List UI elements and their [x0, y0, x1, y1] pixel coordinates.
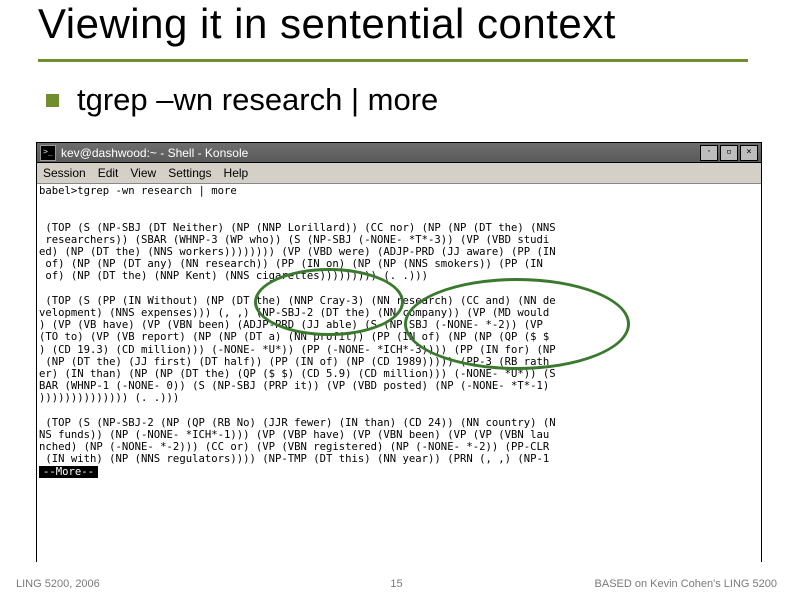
title-underline — [38, 59, 748, 62]
menu-help[interactable]: Help — [224, 166, 249, 180]
terminal-text: babel>tgrep -wn research | more (TOP (S … — [37, 184, 761, 479]
body-row: tgrep –wn research | more — [46, 82, 438, 118]
menu-view[interactable]: View — [130, 166, 156, 180]
terminal-body: babel>tgrep -wn research | more (TOP (S … — [37, 184, 761, 562]
body-text: tgrep –wn research | more — [77, 82, 438, 118]
terminal-window: >_ kev@dashwood:~ - Shell - Konsole · ▫ … — [36, 142, 762, 562]
more-indicator: --More-- — [39, 466, 98, 478]
close-button[interactable]: × — [740, 145, 758, 161]
minimize-button[interactable]: · — [700, 145, 718, 161]
window-titlebar: >_ kev@dashwood:~ - Shell - Konsole · ▫ … — [37, 143, 761, 163]
menu-edit[interactable]: Edit — [98, 166, 119, 180]
window-title: kev@dashwood:~ - Shell - Konsole — [61, 146, 248, 160]
menu-bar: Session Edit View Settings Help — [37, 163, 761, 184]
menu-settings[interactable]: Settings — [168, 166, 211, 180]
terminal-icon: >_ — [40, 145, 56, 161]
maximize-button[interactable]: ▫ — [720, 145, 738, 161]
slide: Viewing it in sentential context tgrep –… — [0, 0, 793, 596]
window-buttons: · ▫ × — [700, 145, 758, 161]
footer-center: 15 — [390, 578, 402, 590]
slide-title: Viewing it in sentential context — [38, 0, 616, 48]
footer-left: LING 5200, 2006 — [16, 578, 100, 590]
footer-right: BASED on Kevin Cohen's LING 5200 — [595, 578, 777, 590]
menu-session[interactable]: Session — [43, 166, 86, 180]
bullet-icon — [46, 94, 59, 107]
